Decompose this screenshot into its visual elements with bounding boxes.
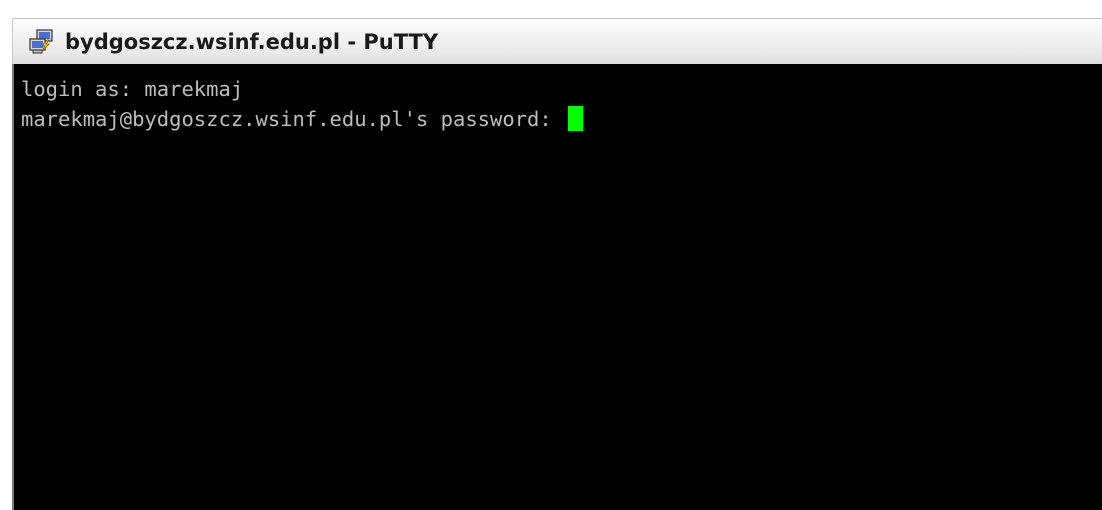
terminal-line-login: login as: marekmaj — [21, 74, 1102, 104]
terminal-line-password: marekmaj@bydgoszcz.wsinf.edu.pl's passwo… — [21, 104, 1102, 134]
putty-icon[interactable] — [27, 28, 55, 56]
window-title: bydgoszcz.wsinf.edu.pl - PuTTY — [65, 29, 439, 54]
login-prompt-text: login as: marekmaj — [21, 77, 244, 101]
terminal-cursor[interactable] — [568, 106, 584, 131]
title-bar[interactable]: bydgoszcz.wsinf.edu.pl - PuTTY — [12, 18, 1102, 64]
password-prompt-text: marekmaj@bydgoszcz.wsinf.edu.pl's passwo… — [21, 107, 565, 131]
terminal-screen[interactable]: login as: marekmaj marekmaj@bydgoszcz.ws… — [12, 64, 1102, 510]
putty-window[interactable]: bydgoszcz.wsinf.edu.pl - PuTTY login as:… — [12, 18, 1102, 510]
